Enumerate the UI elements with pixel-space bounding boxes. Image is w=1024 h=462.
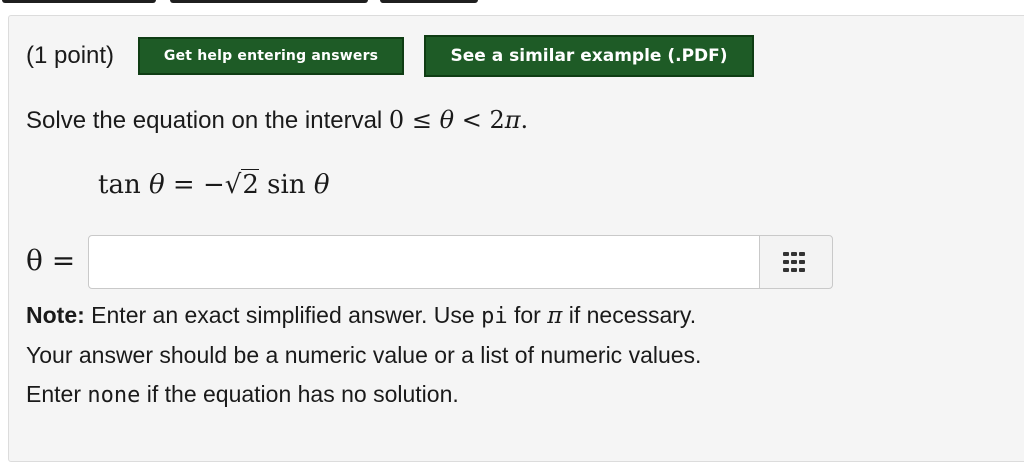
tan-function: tan xyxy=(98,170,141,200)
answer-label: θ = xyxy=(26,244,76,277)
period: . xyxy=(520,106,529,134)
top-tab-3[interactable] xyxy=(380,0,478,3)
pi-symbol: π xyxy=(504,106,521,134)
equation: tan θ = −√2 sin θ xyxy=(98,169,330,200)
equation-theta-2: θ xyxy=(313,170,330,200)
equals-sign: = xyxy=(172,170,195,200)
square-root: √2 xyxy=(224,169,259,200)
question-text: Solve the equation on the interval 0 ≤ θ… xyxy=(26,106,528,135)
note-line1-for: for xyxy=(507,302,548,328)
note-line1-end: if necessary. xyxy=(562,302,697,328)
note-line3-end: if the equation has no solution. xyxy=(140,381,459,407)
top-tab-strip xyxy=(0,0,1024,6)
radicand: 2 xyxy=(241,169,259,200)
lt-symbol: < xyxy=(461,106,482,134)
answer-note: Note: Enter an exact simplified answer. … xyxy=(26,296,701,415)
problem-header: (1 point) Get help entering answers See … xyxy=(26,35,755,77)
code-pi: pi xyxy=(481,304,508,329)
minus-sign: − xyxy=(202,170,225,200)
note-bold-label: Note: xyxy=(26,302,85,328)
top-tab-2[interactable] xyxy=(170,0,368,3)
note-line1-text: Enter an exact simplified answer. Use xyxy=(84,302,482,328)
note-line-3: Enter none if the equation has no soluti… xyxy=(26,375,701,415)
note-line-1: Note: Enter an exact simplified answer. … xyxy=(26,296,701,336)
interval-upper: 2 xyxy=(489,106,505,134)
point-value-label: (1 point) xyxy=(26,42,115,69)
note-line-2: Your answer should be a numeric value or… xyxy=(26,342,702,368)
help-entering-answers-button[interactable]: Get help entering answers xyxy=(138,37,405,75)
interval-expression: 0 ≤ θ < 2π. xyxy=(389,106,528,134)
sin-function: sin xyxy=(267,170,306,200)
interval-lower: 0 xyxy=(388,106,405,134)
math-keypad-button[interactable] xyxy=(759,235,833,289)
note-pi-symbol: π xyxy=(547,303,563,329)
code-none: none xyxy=(87,383,141,408)
answer-input[interactable] xyxy=(88,235,760,289)
similar-example-pdf-button[interactable]: See a similar example (.PDF) xyxy=(424,35,755,77)
note-line3-start: Enter xyxy=(26,381,88,407)
question-prefix: Solve the equation on the interval xyxy=(26,107,389,134)
top-tab-1[interactable] xyxy=(2,0,156,3)
equation-theta-1: θ xyxy=(148,170,165,200)
theta-symbol: θ xyxy=(439,106,455,134)
keypad-grid-icon xyxy=(783,252,805,272)
le-symbol: ≤ xyxy=(411,106,432,134)
